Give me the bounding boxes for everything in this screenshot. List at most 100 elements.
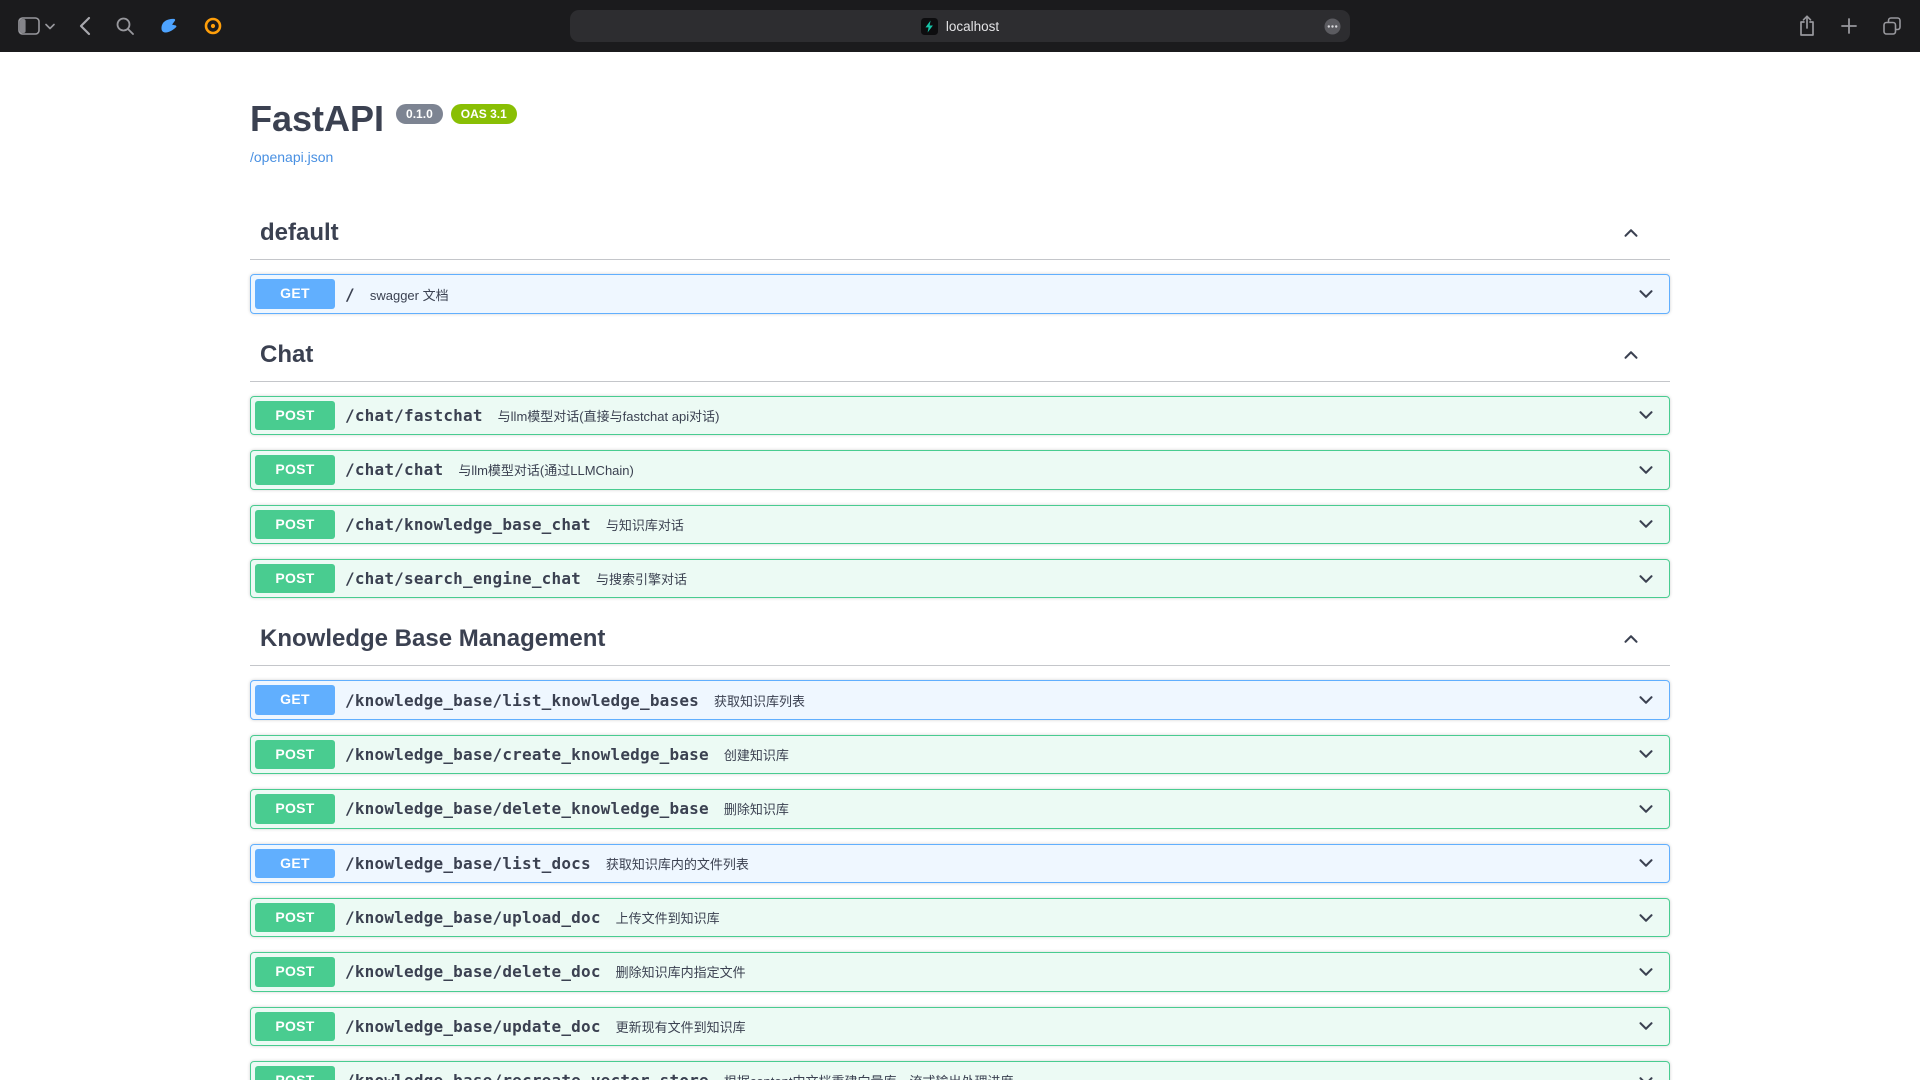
operation-description: 与知识库对话 (606, 515, 1633, 534)
plus-icon (1840, 17, 1858, 35)
operation-description: 创建知识库 (724, 745, 1633, 764)
operation-path: /chat/knowledge_base_chat (345, 515, 591, 534)
chevron-down-icon (1635, 743, 1657, 765)
operation-path: /knowledge_base/create_knowledge_base (345, 745, 709, 764)
operation-row[interactable]: POST/knowledge_base/update_doc 更新现有文件到知识库 (250, 1007, 1670, 1046)
section-collapse-button[interactable] (1620, 222, 1642, 244)
oas-badge: OAS 3.1 (451, 104, 517, 124)
browser-toolbar: localhost (0, 0, 1920, 52)
operation-row[interactable]: GET/knowledge_base/list_knowledge_bases获… (250, 680, 1670, 719)
expand-operation-button[interactable] (1633, 689, 1659, 711)
ellipsis-circle-icon (1324, 18, 1341, 35)
api-section: defaultGET/swagger 文档 (250, 207, 1670, 313)
section-title: default (260, 219, 339, 247)
expand-operation-button[interactable] (1633, 1070, 1659, 1080)
page-settings-button[interactable] (1324, 18, 1341, 35)
section-title: Chat (260, 341, 313, 369)
sidebar-toggle-button[interactable] (18, 11, 55, 41)
expand-operation-button[interactable] (1633, 798, 1659, 820)
expand-operation-button[interactable] (1633, 568, 1659, 590)
page-title: FastAPI 0.1.0 OAS 3.1 (250, 98, 1670, 139)
operation-path: /chat/search_engine_chat (345, 569, 581, 588)
method-badge: POST (255, 1066, 335, 1080)
section-collapse-button[interactable] (1620, 628, 1642, 650)
extension-orange-button[interactable] (203, 11, 223, 41)
operation-path: / (345, 285, 355, 304)
method-badge: POST (255, 794, 335, 823)
section-header[interactable]: Chat (250, 329, 1670, 382)
chevron-down-icon (1635, 513, 1657, 535)
expand-operation-button[interactable] (1633, 907, 1659, 929)
method-badge: POST (255, 740, 335, 769)
url-text: localhost (946, 19, 999, 34)
openapi-json-link[interactable]: /openapi.json (250, 149, 333, 165)
operation-row[interactable]: GET/knowledge_base/list_docs获取知识库内的文件列表 (250, 844, 1670, 883)
swagger-page: FastAPI 0.1.0 OAS 3.1 /openapi.json defa… (0, 52, 1920, 1080)
sidebar-icon (18, 17, 40, 35)
address-bar[interactable]: localhost (570, 10, 1350, 42)
share-button[interactable] (1798, 11, 1816, 41)
api-title-text: FastAPI (250, 98, 384, 139)
back-button[interactable] (79, 11, 91, 41)
back-arrow-icon (79, 16, 91, 36)
operation-row[interactable]: POST/chat/search_engine_chat 与搜索引擎对话 (250, 559, 1670, 598)
tab-overview-button[interactable] (1882, 11, 1902, 41)
chevron-down-icon (1635, 1070, 1657, 1080)
operation-row[interactable]: POST/chat/fastchat与llm模型对话(直接与fastchat a… (250, 396, 1670, 435)
operation-description: 与搜索引擎对话 (596, 569, 1633, 588)
expand-operation-button[interactable] (1633, 852, 1659, 874)
operation-description: 更新现有文件到知识库 (616, 1017, 1633, 1036)
operation-description: swagger 文档 (370, 285, 1633, 304)
method-badge: POST (255, 564, 335, 593)
new-tab-button[interactable] (1840, 11, 1858, 41)
chevron-down-icon (1635, 852, 1657, 874)
chevron-down-icon (1635, 404, 1657, 426)
expand-operation-button[interactable] (1633, 1015, 1659, 1037)
method-badge: POST (255, 1012, 335, 1041)
operation-path: /knowledge_base/list_knowledge_bases (345, 691, 699, 710)
operation-path: /knowledge_base/recreate_vector_store (345, 1071, 709, 1080)
expand-operation-button[interactable] (1633, 961, 1659, 983)
tabs-icon (1882, 16, 1902, 36)
operation-path: /chat/chat (345, 460, 443, 479)
operation-description: 删除知识库 (724, 799, 1633, 818)
operation-row[interactable]: POST/knowledge_base/recreate_vector_stor… (250, 1061, 1670, 1080)
operation-row[interactable]: POST/knowledge_base/create_knowledge_bas… (250, 735, 1670, 774)
operation-row[interactable]: GET/swagger 文档 (250, 274, 1670, 313)
section-header[interactable]: default (250, 207, 1670, 260)
expand-operation-button[interactable] (1633, 283, 1659, 305)
chevron-up-icon (1620, 344, 1642, 366)
operation-description: 与llm模型对话(直接与fastchat api对话) (498, 406, 1633, 425)
expand-operation-button[interactable] (1633, 513, 1659, 535)
method-badge: GET (255, 849, 335, 878)
operation-row[interactable]: POST/chat/chat 与llm模型对话(通过LLMChain) (250, 450, 1670, 489)
operation-row[interactable]: POST/knowledge_base/delete_knowledge_bas… (250, 789, 1670, 828)
expand-operation-button[interactable] (1633, 404, 1659, 426)
operation-path: /knowledge_base/update_doc (345, 1017, 601, 1036)
operation-path: /knowledge_base/delete_knowledge_base (345, 799, 709, 818)
toolbar-left-group (18, 11, 223, 41)
operation-description: 根据content中文档重建向量库，流式输出处理进度。 (724, 1071, 1633, 1080)
operation-row[interactable]: POST/knowledge_base/upload_doc上传文件到知识库 (250, 898, 1670, 937)
expand-operation-button[interactable] (1633, 459, 1659, 481)
search-button[interactable] (115, 11, 135, 41)
operation-list: POST/chat/fastchat与llm模型对话(直接与fastchat a… (250, 396, 1670, 599)
method-badge: GET (255, 685, 335, 714)
operation-description: 上传文件到知识库 (616, 908, 1633, 927)
operation-description: 与llm模型对话(通过LLMChain) (458, 460, 1633, 479)
extension-blue-button[interactable] (159, 11, 179, 41)
chevron-up-icon (1620, 222, 1642, 244)
operation-row[interactable]: POST/knowledge_base/delete_doc删除知识库内指定文件 (250, 952, 1670, 991)
operation-row[interactable]: POST/chat/knowledge_base_chat与知识库对话 (250, 505, 1670, 544)
operation-path: /knowledge_base/list_docs (345, 854, 591, 873)
section-collapse-button[interactable] (1620, 344, 1642, 366)
section-header[interactable]: Knowledge Base Management (250, 613, 1670, 666)
method-badge: POST (255, 401, 335, 430)
share-icon (1798, 15, 1816, 37)
operation-path: /knowledge_base/delete_doc (345, 962, 601, 981)
method-badge: POST (255, 455, 335, 484)
chevron-down-icon (45, 23, 55, 30)
expand-operation-button[interactable] (1633, 743, 1659, 765)
api-section: Chat POST/chat/fastchat与llm模型对话(直接与fastch… (250, 329, 1670, 599)
orange-ring-icon (203, 16, 223, 36)
